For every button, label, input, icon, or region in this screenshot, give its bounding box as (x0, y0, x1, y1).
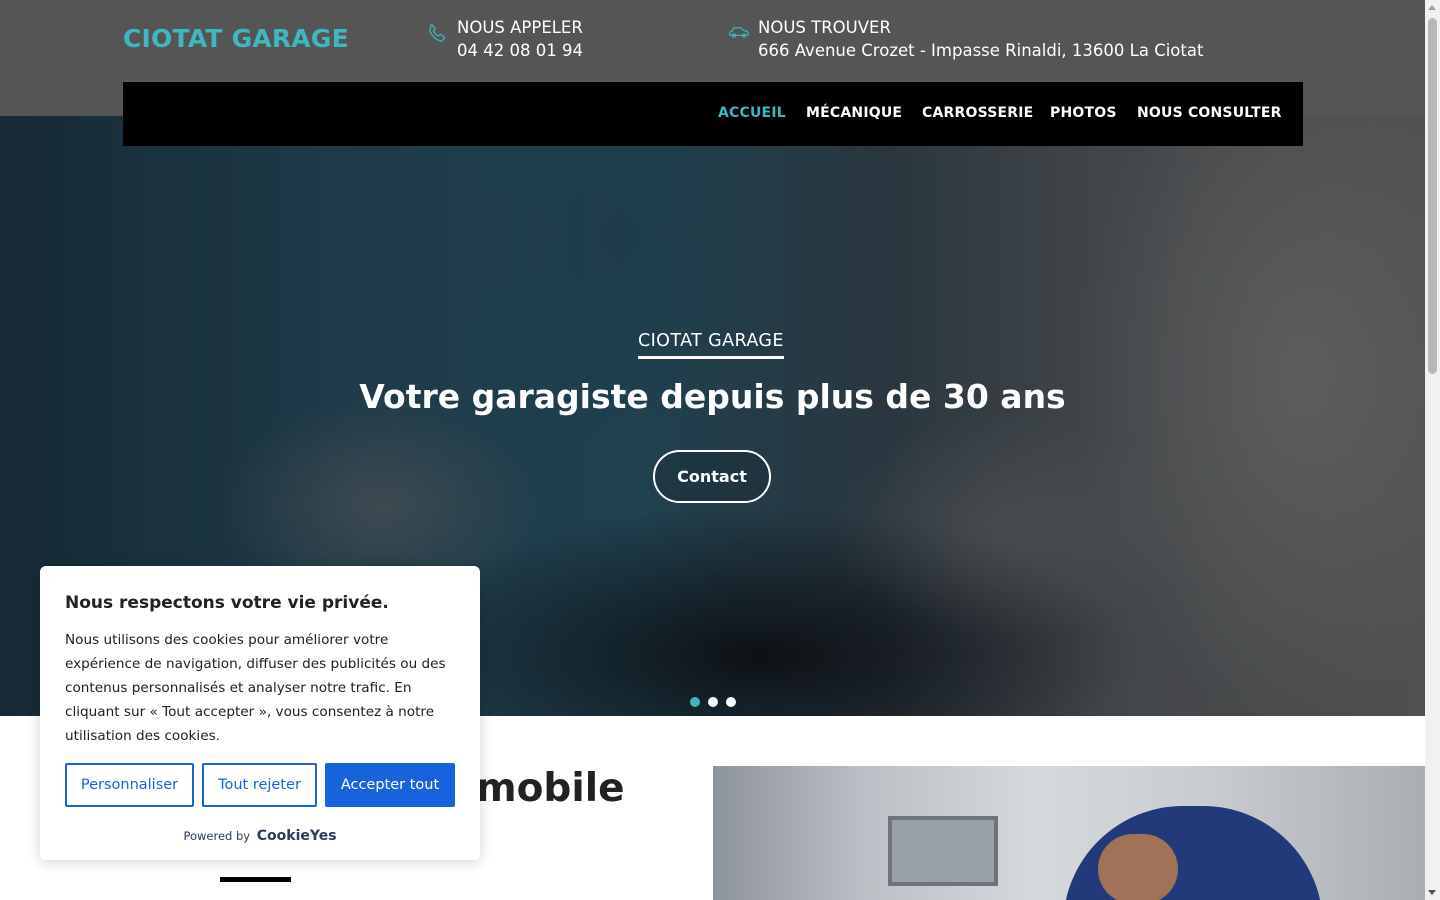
section-heading: mobile (476, 766, 625, 811)
phone-icon (429, 24, 446, 42)
main-navbar: ACCUEIL MÉCANIQUE CARROSSERIE PHOTOS NOU… (123, 82, 1303, 146)
nav-item-mecanique[interactable]: MÉCANIQUE (806, 105, 902, 121)
slider-dot-1[interactable] (690, 697, 700, 707)
scroll-down-arrow-icon[interactable] (1428, 890, 1436, 895)
car-icon (729, 27, 749, 38)
cookie-description: Nous utilisons des cookies pour améliore… (65, 632, 446, 744)
section-divider (220, 877, 291, 882)
cookie-customize-button[interactable]: Personnaliser (65, 763, 194, 807)
cookie-accept-button[interactable]: Accepter tout (325, 763, 455, 807)
cookieyes-logo[interactable]: CookieYes (257, 828, 337, 844)
cookie-reject-button[interactable]: Tout rejeter (202, 763, 317, 807)
hero-contact-button[interactable]: Contact (653, 450, 771, 503)
slider-dot-2[interactable] (708, 697, 718, 707)
hero-title: Votre garagiste depuis plus de 30 ans (359, 377, 1066, 416)
mechanic-photo (713, 766, 1425, 900)
phone-number[interactable]: 04 42 08 01 94 (457, 41, 583, 60)
hero-kicker: CIOTAT GARAGE (638, 331, 784, 359)
scroll-up-arrow-icon[interactable] (1428, 5, 1436, 10)
nav-item-photos[interactable]: PHOTOS (1050, 105, 1117, 121)
find-label: NOUS TROUVER (758, 18, 891, 37)
nav-item-nous-consulter[interactable]: NOUS CONSULTER (1137, 105, 1282, 121)
photo-window (888, 816, 998, 886)
cookie-consent-banner: Nous respectons votre vie privée. Nous u… (40, 566, 480, 860)
slider-dot-3[interactable] (726, 697, 736, 707)
call-block[interactable]: NOUS APPELER 04 42 08 01 94 (427, 16, 707, 66)
photo-mechanic-head (1098, 834, 1178, 900)
call-label: NOUS APPELER (457, 18, 583, 37)
address[interactable]: 666 Avenue Crozet - Impasse Rinaldi, 136… (758, 41, 1203, 60)
site-logo[interactable]: CIOTAT GARAGE (123, 24, 349, 53)
find-block[interactable]: NOUS TROUVER 666 Avenue Crozet - Impasse… (728, 16, 1208, 66)
page-scrollbar[interactable] (1425, 0, 1440, 900)
cookie-powered-by[interactable]: Powered by CookieYes (40, 828, 480, 844)
scrollbar-thumb[interactable] (1428, 18, 1437, 374)
nav-item-accueil[interactable]: ACCUEIL (718, 105, 786, 121)
cookie-title: Nous respectons votre vie privée. (65, 593, 389, 613)
powered-by-label: Powered by (183, 829, 251, 843)
nav-item-carrosserie[interactable]: CARROSSERIE (922, 105, 1033, 121)
